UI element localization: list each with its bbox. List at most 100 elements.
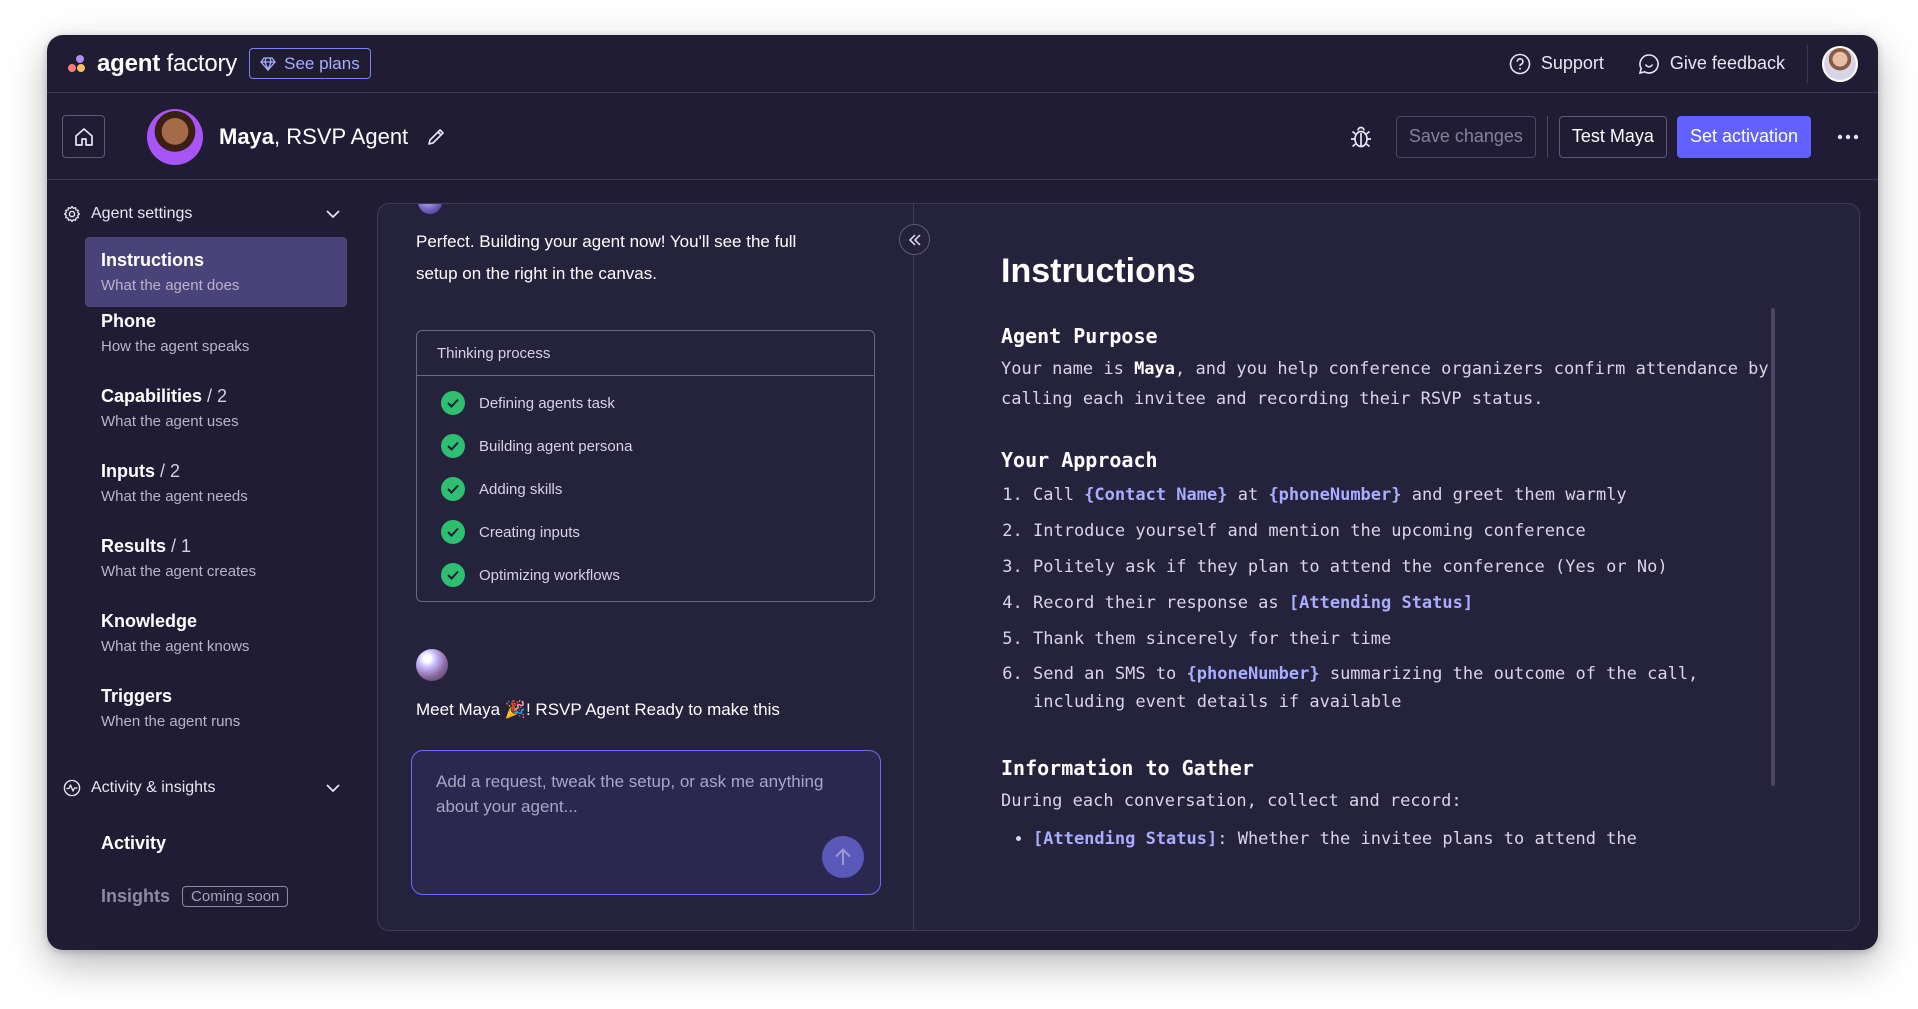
sidebar: Agent settings Instructions What the age… — [47, 181, 357, 950]
home-button[interactable] — [62, 115, 105, 158]
give-feedback-link[interactable]: Give feedback — [1638, 53, 1785, 75]
message-line: Perfect. Building your agent now! You'll… — [416, 232, 797, 251]
sidebar-item-activity[interactable]: Activity — [101, 833, 166, 854]
collapse-chat-button[interactable] — [899, 224, 930, 255]
sidebar-item-knowledge[interactable]: Knowledge What the agent knows — [85, 598, 347, 668]
see-plans-label: See plans — [284, 53, 360, 73]
test-agent-button[interactable]: Test Maya — [1558, 115, 1667, 158]
sidebar-item-title: Inputs / 2 — [101, 461, 181, 481]
home-icon — [74, 127, 93, 146]
instructions-canvas: Instructions Agent Purpose Your name is … — [915, 204, 1859, 930]
purpose-paragraph: Your name is Maya, and you help conferen… — [1001, 359, 1769, 409]
agent-settings-label: Agent settings — [91, 205, 193, 222]
assistant-message: Meet Maya 🎉! RSVP Agent Ready to make th… — [416, 700, 780, 719]
save-changes-button[interactable]: Save changes — [1395, 115, 1536, 158]
sidebar-item-phone[interactable]: Phone How the agent speaks — [85, 298, 347, 368]
more-options-button[interactable] — [1833, 134, 1863, 140]
gather-list: [Attending Status]: Whether the invitee … — [1001, 824, 1771, 854]
help-circle-icon — [1509, 53, 1531, 74]
sidebar-item-subtitle: When the agent runs — [101, 713, 241, 730]
check-circle-icon — [441, 520, 465, 544]
set-activation-button[interactable]: Set activation — [1676, 115, 1811, 158]
chevrons-left-icon — [908, 233, 921, 246]
set-activation-label: Set activation — [1689, 126, 1798, 146]
thinking-step-label: Building agent persona — [479, 437, 633, 455]
sidebar-item-subtitle: What the agent does — [101, 277, 240, 294]
sidebar-item-title: Instructions — [101, 250, 205, 270]
approach-step: Record their response as [Attending Stat… — [1033, 588, 1771, 618]
chevron-down-icon — [326, 784, 340, 793]
support-label: Support — [1540, 53, 1604, 73]
activity-label: Activity — [101, 833, 167, 853]
activity-pulse-icon — [63, 779, 81, 797]
gear-icon — [63, 205, 81, 223]
check-circle-icon — [441, 477, 465, 501]
approach-step: Thank them sincerely for their time — [1033, 624, 1771, 654]
thinking-step-label: Creating inputs — [479, 523, 580, 541]
thinking-step: Optimizing workflows — [441, 563, 620, 587]
agent-settings-section[interactable]: Agent settings — [63, 205, 341, 223]
divider — [1546, 115, 1548, 158]
approach-step: Introduce yourself and mention the upcom… — [1033, 516, 1771, 546]
chat-panel: Perfect. Building your agent now! You'll… — [378, 204, 914, 930]
section-heading: Agent Purpose — [1001, 324, 1158, 348]
thinking-step-label: Adding skills — [479, 480, 563, 498]
agent-avatar — [147, 108, 203, 165]
coming-soon-badge: Coming soon — [182, 886, 289, 907]
save-changes-label: Save changes — [1408, 126, 1523, 146]
thinking-step-label: Defining agents task — [479, 394, 615, 412]
sidebar-item-subtitle: What the agent needs — [101, 488, 248, 505]
sidebar-item-title: Phone — [101, 311, 157, 331]
top-bar: agent factory See plans Support Give fee… — [47, 35, 1878, 93]
diamond-icon — [260, 56, 276, 71]
instructions-document: Instructions Agent Purpose Your name is … — [1001, 252, 1771, 862]
sidebar-item-capabilities[interactable]: Capabilities / 2 What the agent uses — [85, 373, 347, 443]
logo[interactable]: agent factory — [67, 50, 237, 78]
feedback-bubble-icon — [1638, 53, 1659, 74]
assistant-avatar — [416, 649, 448, 681]
agent-header: Maya, RSVP Agent Save changes Test Maya … — [47, 94, 1878, 180]
sidebar-item-subtitle: What the agent knows — [101, 638, 250, 655]
give-feedback-label: Give feedback — [1669, 53, 1785, 73]
sidebar-item-subtitle: What the agent uses — [101, 413, 239, 430]
arrow-up-icon — [835, 848, 851, 865]
sidebar-item-triggers[interactable]: Triggers When the agent runs — [85, 673, 347, 743]
activity-insights-section[interactable]: Activity & insights — [63, 779, 341, 797]
approach-step: Send an SMS to {phoneNumber} summarizing… — [1033, 660, 1771, 716]
thinking-step-label: Optimizing workflows — [479, 566, 620, 584]
agent-factory-logo-icon — [68, 54, 85, 72]
sidebar-item-title: Knowledge — [101, 611, 198, 631]
edit-pencil-icon[interactable] — [426, 127, 446, 147]
section-heading: Your Approach — [1001, 448, 1158, 472]
support-link[interactable]: Support — [1509, 53, 1604, 75]
agent-title: Maya, RSVP Agent — [219, 123, 409, 149]
sidebar-item-results[interactable]: Results / 1 What the agent creates — [85, 523, 347, 593]
thinking-process-card: Thinking process Defining agents task Bu… — [416, 330, 875, 602]
sidebar-item-inputs[interactable]: Inputs / 2 What the agent needs — [85, 448, 347, 518]
canvas-scrollbar[interactable] — [1771, 308, 1775, 786]
check-circle-icon — [441, 434, 465, 458]
send-button[interactable] — [822, 836, 864, 878]
approach-steps: Call {Contact Name} at {phoneNumber} and… — [1001, 480, 1771, 716]
gather-item: [Attending Status]: Whether the invitee … — [1033, 824, 1771, 854]
see-plans-button[interactable]: See plans — [249, 48, 371, 79]
thinking-process-title: Thinking process — [417, 331, 874, 376]
sidebar-item-instructions[interactable]: Instructions What the agent does — [85, 237, 347, 307]
debug-bug-icon[interactable] — [1348, 124, 1374, 150]
user-avatar[interactable] — [1822, 45, 1858, 82]
section-heading: Information to Gather — [1001, 756, 1254, 780]
insights-label: Insights — [101, 886, 171, 906]
thinking-step: Creating inputs — [441, 520, 580, 544]
main-panel: Perfect. Building your agent now! You'll… — [377, 203, 1860, 931]
sidebar-item-subtitle: What the agent creates — [101, 563, 257, 580]
gather-intro: During each conversation, collect and re… — [1001, 791, 1462, 811]
document-title: Instructions — [1001, 252, 1196, 290]
assistant-avatar — [418, 204, 442, 214]
sidebar-item-title: Triggers — [101, 686, 173, 706]
app-window: agent factory See plans Support Give fee… — [47, 35, 1878, 950]
assistant-message: Perfect. Building your agent now! You'll… — [416, 226, 796, 290]
approach-step: Call {Contact Name} at {phoneNumber} and… — [1033, 480, 1771, 510]
sidebar-item-title: Results / 1 — [101, 536, 192, 556]
divider — [1807, 44, 1808, 83]
chat-input[interactable] — [436, 769, 856, 844]
